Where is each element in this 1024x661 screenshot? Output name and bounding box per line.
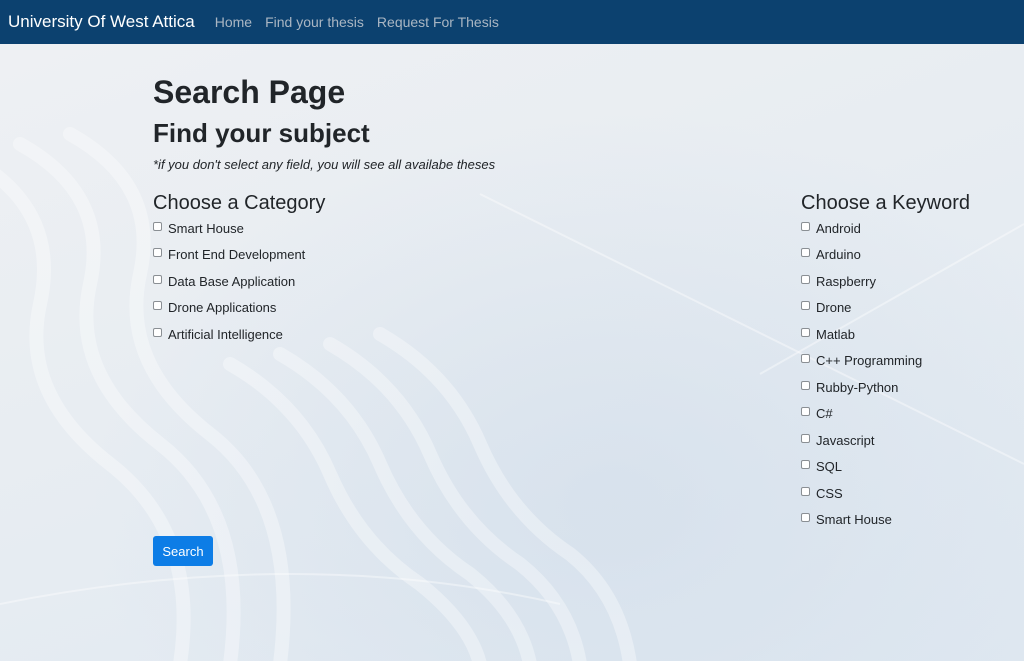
category-label[interactable]: Artificial Intelligence	[168, 327, 283, 342]
category-item: Smart House	[153, 215, 305, 242]
keyword-label[interactable]: Rubby-Python	[816, 380, 898, 395]
nav-request-thesis-link[interactable]: Request For Thesis	[377, 14, 499, 30]
keyword-checkbox[interactable]	[801, 407, 810, 417]
keyword-label[interactable]: Android	[816, 221, 861, 236]
keyword-item: Android	[801, 215, 922, 242]
category-item: Front End Development	[153, 242, 305, 269]
category-item: Artificial Intelligence	[153, 321, 305, 348]
keyword-list: Android Arduino Raspberry Drone Matlab C…	[801, 215, 922, 533]
category-checkbox[interactable]	[153, 301, 162, 311]
category-label[interactable]: Smart House	[168, 221, 244, 236]
keyword-item: Smart House	[801, 507, 922, 534]
keyword-item: C++ Programming	[801, 348, 922, 375]
keyword-label[interactable]: Raspberry	[816, 274, 876, 289]
keyword-checkbox[interactable]	[801, 460, 810, 470]
keyword-checkbox[interactable]	[801, 327, 810, 337]
keyword-item: Matlab	[801, 321, 922, 348]
category-heading: Choose a Category	[153, 192, 326, 214]
category-checkbox[interactable]	[153, 221, 162, 231]
keyword-item: CSS	[801, 480, 922, 507]
category-label[interactable]: Data Base Application	[168, 274, 295, 289]
category-checkbox[interactable]	[153, 327, 162, 337]
keyword-checkbox[interactable]	[801, 486, 810, 496]
keyword-item: Javascript	[801, 427, 922, 454]
keyword-checkbox[interactable]	[801, 301, 810, 311]
keyword-label[interactable]: C#	[816, 406, 833, 421]
keyword-item: SQL	[801, 454, 922, 481]
keyword-label[interactable]: Matlab	[816, 327, 855, 342]
keyword-item: Raspberry	[801, 268, 922, 295]
keyword-item: Rubby-Python	[801, 374, 922, 401]
keyword-label[interactable]: Drone	[816, 300, 851, 315]
keyword-checkbox[interactable]	[801, 274, 810, 284]
hint-text: *if you don't select any field, you will…	[153, 157, 496, 172]
keyword-checkbox[interactable]	[801, 354, 810, 364]
category-label[interactable]: Front End Development	[168, 247, 305, 262]
top-navbar: University Of West Attica Home Find your…	[0, 0, 1024, 44]
category-label[interactable]: Drone Applications	[168, 300, 276, 315]
keyword-heading: Choose a Keyword	[801, 192, 970, 214]
category-item: Data Base Application	[153, 268, 305, 295]
keyword-checkbox[interactable]	[801, 380, 810, 390]
keyword-label[interactable]: Javascript	[816, 433, 875, 448]
nav-home-link[interactable]: Home	[215, 14, 252, 30]
category-checkbox[interactable]	[153, 274, 162, 284]
category-checkbox[interactable]	[153, 248, 162, 258]
keyword-checkbox[interactable]	[801, 433, 810, 443]
brand-link[interactable]: University Of West Attica	[8, 12, 195, 32]
keyword-label[interactable]: Arduino	[816, 247, 861, 262]
keyword-label[interactable]: C++ Programming	[816, 353, 922, 368]
keyword-item: C#	[801, 401, 922, 428]
search-button[interactable]: Search	[153, 536, 213, 566]
keyword-label[interactable]: Smart House	[816, 512, 892, 527]
keyword-label[interactable]: SQL	[816, 459, 842, 474]
keyword-label[interactable]: CSS	[816, 486, 843, 501]
keyword-item: Drone	[801, 295, 922, 322]
keyword-item: Arduino	[801, 242, 922, 269]
category-item: Drone Applications	[153, 295, 305, 322]
keyword-checkbox[interactable]	[801, 513, 810, 523]
page-subtitle: Find your subject	[153, 118, 370, 148]
keyword-checkbox[interactable]	[801, 221, 810, 231]
nav-find-thesis-link[interactable]: Find your thesis	[265, 14, 364, 30]
keyword-checkbox[interactable]	[801, 248, 810, 258]
category-list: Smart House Front End Development Data B…	[153, 215, 305, 348]
page-title: Search Page	[153, 74, 346, 110]
